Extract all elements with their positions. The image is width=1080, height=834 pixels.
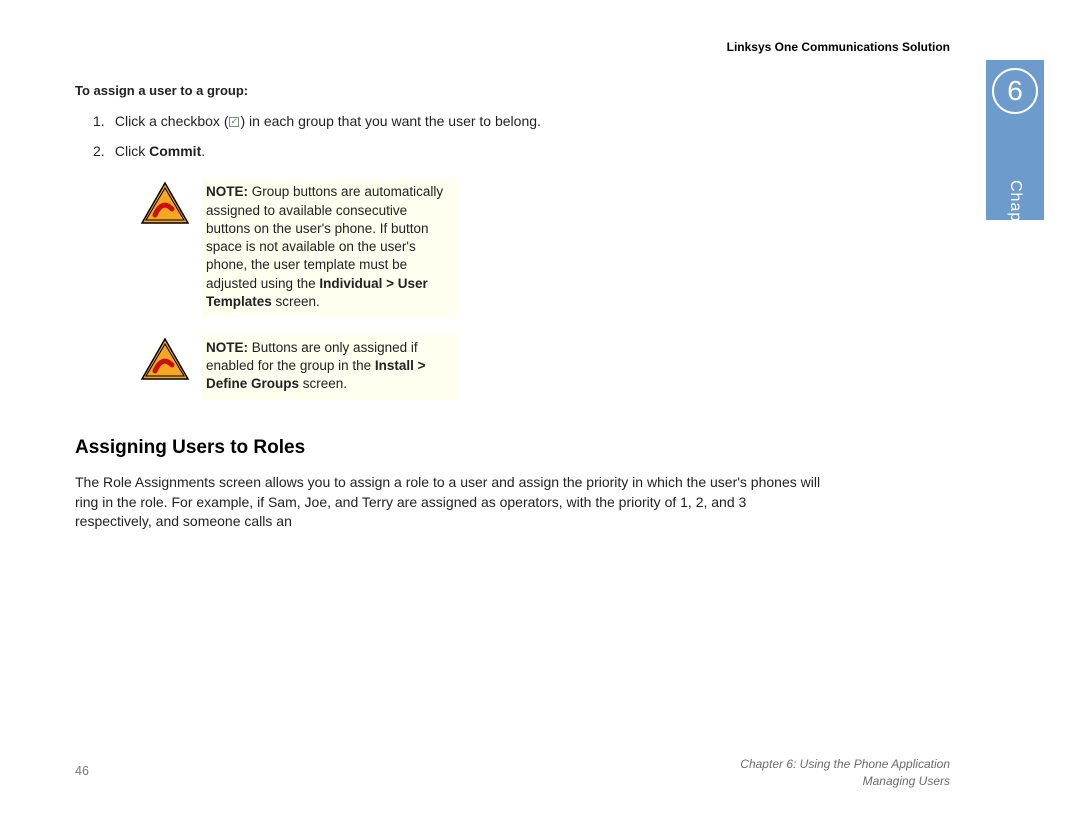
note-block-1: NOTE: Group buttons are automatically as…: [140, 179, 480, 317]
step-2: 2. Click Commit.: [93, 141, 825, 161]
page-content: To assign a user to a group: 1. Click a …: [75, 82, 825, 532]
note-2-body-b: screen.: [299, 376, 347, 391]
note-label: NOTE:: [206, 184, 248, 199]
chapter-tab: 6 Chapter: [986, 60, 1044, 220]
note-label: NOTE:: [206, 340, 248, 355]
step-number: 2.: [93, 141, 111, 161]
step-number: 1.: [93, 111, 111, 131]
note-block-2: NOTE: Buttons are only assigned if enabl…: [140, 335, 480, 400]
note-1-body-b: screen.: [272, 294, 320, 309]
step-1-text-a: Click a checkbox (: [115, 113, 229, 129]
footer-sub-line: Managing Users: [740, 773, 950, 790]
chapter-number-circle: 6: [992, 68, 1038, 114]
section-heading: Assigning Users to Roles: [75, 434, 825, 462]
step-2-text-a: Click: [115, 143, 149, 159]
step-2-text-b: .: [201, 143, 205, 159]
step-2-bold: Commit: [149, 143, 201, 159]
checkbox-icon: [229, 117, 239, 127]
chapter-label: Chapter: [1006, 180, 1024, 244]
footer-chapter-line: Chapter 6: Using the Phone Application: [740, 756, 950, 773]
footer-right: Chapter 6: Using the Phone Application M…: [740, 756, 950, 790]
doc-header-title: Linksys One Communications Solution: [727, 40, 950, 54]
note-2-text: NOTE: Buttons are only assigned if enabl…: [202, 335, 457, 400]
page-number: 46: [75, 764, 89, 778]
warning-icon: [140, 181, 190, 230]
warning-icon: [140, 337, 190, 386]
step-1-text-b: ) in each group that you want the user t…: [240, 113, 540, 129]
body-paragraph: The Role Assignments screen allows you t…: [75, 473, 825, 532]
chapter-number: 6: [1007, 75, 1023, 107]
note-1-text: NOTE: Group buttons are automatically as…: [202, 179, 457, 317]
step-1: 1. Click a checkbox ( ) in each group tha…: [93, 111, 825, 131]
sub-heading: To assign a user to a group:: [75, 82, 825, 101]
